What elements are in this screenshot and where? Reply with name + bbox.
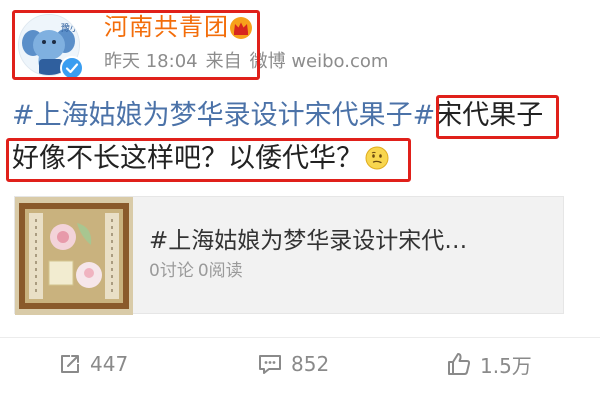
thumbs-up-icon [448, 353, 471, 375]
pastry-tray-image [15, 197, 133, 315]
action-bar-divider [0, 337, 600, 338]
topic-link[interactable]: #上海姑娘为梦华录设计宋代果子# [12, 100, 435, 131]
post-time: 昨天 18:04 [104, 51, 198, 72]
comment-icon [259, 355, 281, 374]
card-reads: 0阅读 [197, 261, 243, 281]
repost-button[interactable]: 447 [58, 350, 128, 378]
crown-icon[interactable] [228, 16, 254, 40]
post-text-line-1: #上海姑娘为梦华录设计宋代果子#宋代果子 [12, 98, 543, 134]
post-text-line-2: 好像不长这样吧？以倭代华？ [12, 141, 389, 177]
post-text: 好像不长这样吧？以倭代华？ [12, 143, 363, 174]
weibo-post: 豫小青 河南共青团 昨天 18:04 来自微博 weibo.com #上海姑娘为梦… [0, 0, 600, 403]
card-title: #上海姑娘为梦华录设计宋代… [149, 228, 468, 254]
comment-count: 852 [291, 352, 330, 376]
thinking-face-emoji-icon [365, 146, 389, 170]
topic-card[interactable]: #上海姑娘为梦华录设计宋代… 0讨论 0阅读 [14, 196, 564, 315]
card-thumbnail [15, 197, 133, 315]
verified-badge-icon [60, 56, 84, 80]
post-source[interactable]: 微博 weibo.com [250, 51, 389, 72]
like-count: 1.5万 [480, 353, 532, 378]
post-meta: 昨天 18:04 来自 微博 weibo.com [104, 50, 396, 74]
author-name[interactable]: 河南共青团 [104, 12, 229, 42]
avatar-label: 豫小青 [61, 22, 80, 34]
avatar[interactable]: 豫小青 [18, 14, 84, 80]
comment-button[interactable]: 852 [257, 350, 329, 378]
highlighted-text: 宋代果子 [435, 100, 544, 131]
repost-icon [61, 355, 79, 373]
repost-count: 447 [90, 352, 129, 376]
source-prefix: 来自 [205, 51, 242, 72]
card-stats: 0讨论 0阅读 [149, 260, 247, 282]
like-button[interactable]: 1.5万 [446, 350, 532, 378]
checkmark-icon [65, 63, 79, 74]
card-discussions: 0讨论 [149, 261, 194, 281]
